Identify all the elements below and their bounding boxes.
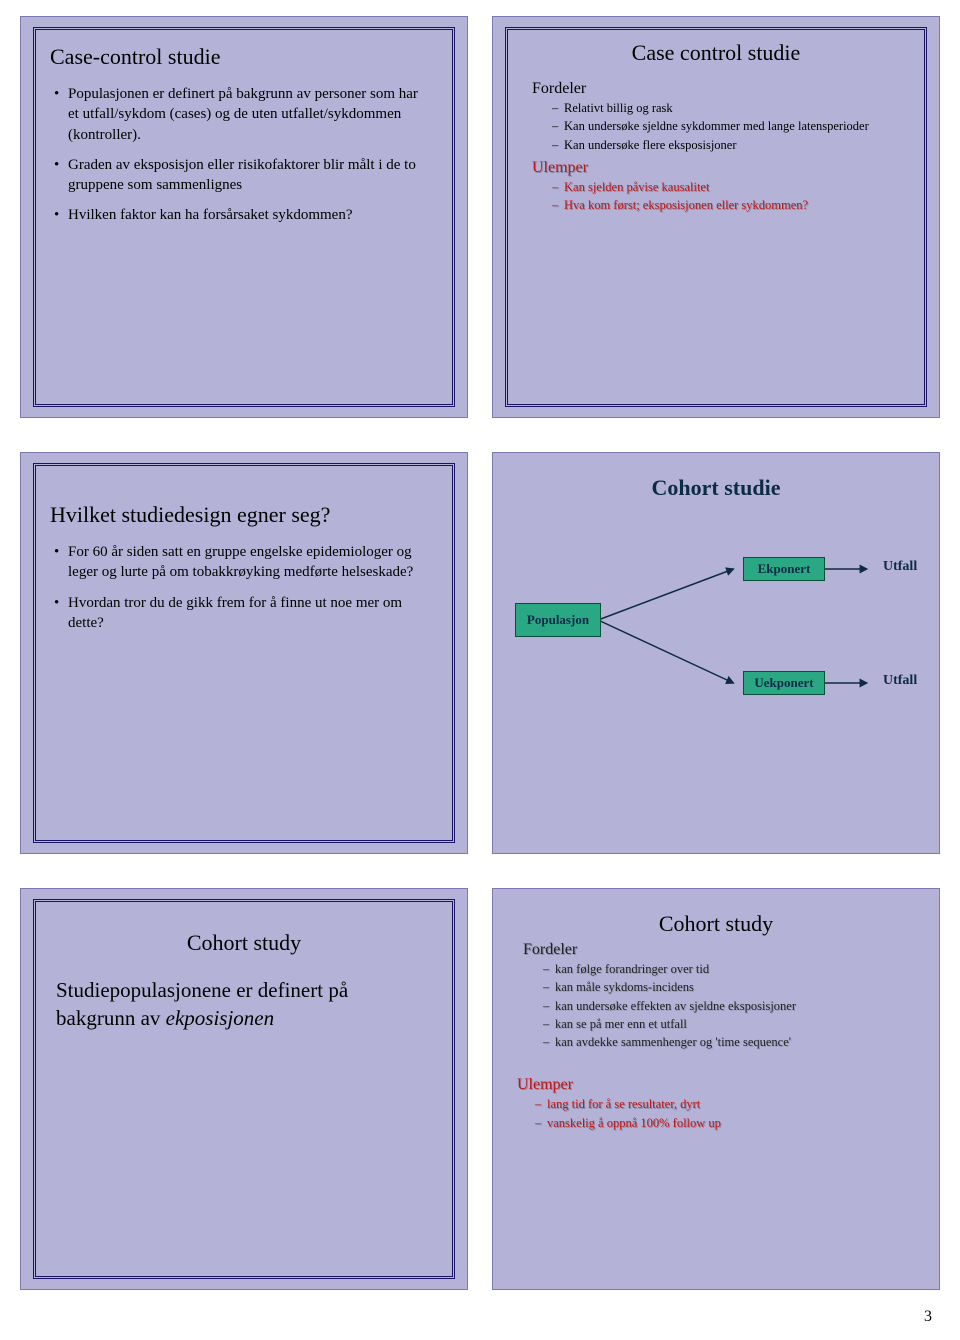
list-item: kan avdekke sammenhenger og 'time sequen… <box>543 1034 919 1050</box>
slide-body-text: Studiepopulasjonene er definert på bakgr… <box>56 976 432 1033</box>
list-item: Kan undersøke sjeldne sykdommer med lang… <box>552 118 910 134</box>
bullet-item: Populasjonen er definert på bakgrunn av … <box>54 84 432 145</box>
list-item: Kan sjelden påvise kausalitet <box>552 179 910 195</box>
list-item: Relativt billig og rask <box>552 100 910 116</box>
list-item: Kan undersøke flere eksposisjoner <box>552 137 910 153</box>
slide-title: Case control studie <box>522 40 910 66</box>
bullet-item: Hvordan tror du de gikk frem for å finne… <box>54 593 432 634</box>
slide-title: Cohort study <box>50 930 438 956</box>
slide-question: Hvilket studiedesign egner seg? For 60 å… <box>20 452 468 854</box>
list-item: kan følge forandringer over tid <box>543 961 919 977</box>
diagram-box-population: Populasjon <box>515 603 601 637</box>
bullet-item: Hvilken faktor kan ha forsårsaket sykdom… <box>54 205 432 225</box>
slide-panel: Hvilket studiedesign egner seg? For 60 å… <box>33 463 455 843</box>
slide-cohort-diagram: Cohort studie Populasjon Ekponert Uekpon… <box>492 452 940 854</box>
bullet-list: Populasjonen er definert på bakgrunn av … <box>50 84 438 226</box>
body-emphasis: ekposisjonen <box>166 1006 274 1030</box>
ulemper-heading: Ulemper <box>532 159 910 177</box>
list-item: kan måle sykdoms-incidens <box>543 979 919 995</box>
fordeler-heading: Fordeler <box>532 80 910 98</box>
ulemper-heading: Ulemper <box>517 1076 919 1094</box>
slide-title: Hvilket studiedesign egner seg? <box>50 502 438 528</box>
slide-title: Cohort studie <box>513 475 919 501</box>
slide-panel: Case control studie Fordeler Relativt bi… <box>505 27 927 407</box>
bullet-item: Graden av eksposisjon eller risikofaktor… <box>54 155 432 196</box>
slide-cohort-pros-cons: Cohort study Fordeler kan følge forandri… <box>492 888 940 1290</box>
bullet-list: For 60 år siden satt en gruppe engelske … <box>50 542 438 633</box>
cohort-diagram: Populasjon Ekponert Uekponert Utfall Utf… <box>513 529 919 729</box>
slide-case-control-pros-cons: Case control studie Fordeler Relativt bi… <box>492 16 940 418</box>
diagram-label-outcome-2: Utfall <box>883 673 917 689</box>
fordeler-heading: Fordeler <box>523 941 919 959</box>
slide-cohort-definition: Cohort study Studiepopulasjonene er defi… <box>20 888 468 1290</box>
slide-title: Case-control studie <box>50 44 438 70</box>
ulemper-list: Kan sjelden påvise kausalitet Hva kom fø… <box>552 179 910 214</box>
fordeler-list: Relativt billig og rask Kan undersøke sj… <box>552 100 910 153</box>
list-item: kan undersøke effekten av sjeldne ekspos… <box>543 998 919 1014</box>
diagram-label-outcome-1: Utfall <box>883 559 917 575</box>
slide-panel: Cohort study Fordeler kan følge forandri… <box>505 899 927 1279</box>
fordeler-list: kan følge forandringer over tid kan måle… <box>543 961 919 1050</box>
slide-panel: Case-control studie Populasjonen er defi… <box>33 27 455 407</box>
diagram-box-exposed: Ekponert <box>743 557 825 581</box>
list-item: vanskelig å oppnå 100% follow up <box>535 1115 919 1131</box>
page-number: 3 <box>924 1308 932 1326</box>
list-item: Hva kom først; eksposisjonen eller sykdo… <box>552 197 910 213</box>
bullet-item: For 60 år siden satt en gruppe engelske … <box>54 542 432 583</box>
diagram-box-unexposed: Uekponert <box>743 671 825 695</box>
ulemper-list: lang tid for å se resultater, dyrt vansk… <box>535 1096 919 1131</box>
slide-title: Cohort study <box>513 911 919 937</box>
slide-grid: Case-control studie Populasjonen er defi… <box>0 0 960 1340</box>
slide-panel: Cohort studie Populasjon Ekponert Uekpon… <box>505 463 927 843</box>
list-item: kan se på mer enn et utfall <box>543 1016 919 1032</box>
slide-panel: Cohort study Studiepopulasjonene er defi… <box>33 899 455 1279</box>
list-item: lang tid for å se resultater, dyrt <box>535 1096 919 1112</box>
slide-case-control-detail: Case-control studie Populasjonen er defi… <box>20 16 468 418</box>
